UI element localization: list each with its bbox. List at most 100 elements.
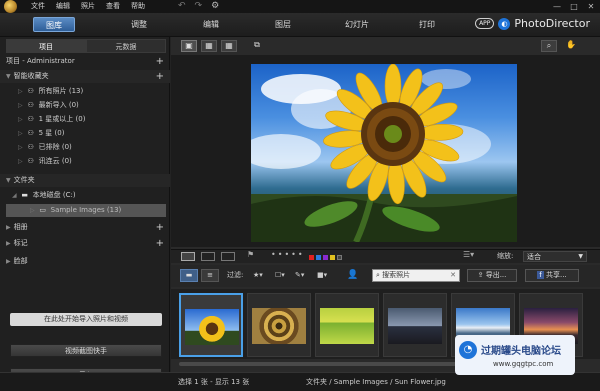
brand-name: PhotoDirector — [514, 17, 590, 30]
minimize-button[interactable]: — — [550, 1, 564, 11]
share-button[interactable]: f 共享... — [525, 269, 579, 282]
folders-label: 文件夹 — [13, 176, 35, 184]
purple-label-swatch[interactable] — [323, 255, 328, 260]
grid-thumb-view-icon[interactable] — [221, 252, 235, 261]
drive-icon: ▬ — [21, 191, 28, 199]
albums-header[interactable]: ▶ 相册 + — [0, 221, 170, 234]
expand-arrow-icon: ▶ — [6, 258, 11, 265]
list-view-icon[interactable]: ≡ — [201, 269, 219, 282]
brand: APP ◐ PhotoDirector — [475, 17, 590, 30]
thumbnail-3[interactable] — [315, 293, 379, 357]
expand-triangle-icon: ▷ — [18, 116, 23, 123]
red-label-swatch[interactable] — [309, 255, 314, 260]
flag-icon[interactable]: ⚑ — [247, 250, 254, 259]
smart-collections-header[interactable]: ▼ 智能收藏夹 + — [0, 70, 170, 83]
menu-photo[interactable]: 照片 — [81, 0, 95, 13]
app-logo-icon[interactable] — [4, 0, 17, 13]
tab-slideshow[interactable]: 幻灯片 — [336, 17, 378, 32]
smart-item-5star[interactable]: ▷ ⚇ 5 星 (0) — [18, 127, 64, 140]
add-smart-collection-icon[interactable]: + — [156, 70, 164, 83]
export-icon: ⇪ — [477, 271, 484, 279]
compare-view-icon[interactable]: ⧉ — [249, 40, 265, 52]
people-icon[interactable]: 👤 — [347, 269, 358, 282]
maximize-button[interactable]: □ — [567, 1, 581, 11]
tags-header[interactable]: ▶ 标记 + — [0, 237, 170, 250]
zoom-select[interactable]: 适合 ▼ — [523, 251, 587, 262]
none-label-swatch[interactable] — [337, 255, 342, 260]
thumbnail-size-large-icon[interactable]: ▬ — [180, 269, 198, 282]
color-label-swatches[interactable] — [309, 253, 344, 262]
scrollbar-thumb[interactable] — [179, 362, 479, 366]
tab-metadata[interactable]: 元数据 — [86, 39, 166, 53]
add-project-icon[interactable]: + — [156, 55, 164, 68]
redo-icon[interactable]: ↷ — [195, 1, 203, 12]
menu-file[interactable]: 文件 — [31, 0, 45, 13]
tab-project[interactable]: 项目 — [6, 39, 86, 53]
menu-view[interactable]: 查看 — [106, 0, 120, 13]
hand-tool-icon[interactable]: ✋ — [563, 40, 579, 52]
zoom-value: 适合 — [527, 253, 541, 261]
filter-rating-dropdown[interactable]: ★▾ — [253, 269, 263, 282]
sunflower-photo — [251, 64, 517, 242]
filmstrip-view-icon[interactable] — [181, 252, 195, 261]
chevron-down-icon: ▼ — [578, 253, 583, 260]
thumbnail-2[interactable] — [247, 293, 311, 357]
faces-header[interactable]: ▶ 脸部 — [0, 255, 170, 268]
viewer-mode-icon[interactable]: ▣ — [181, 40, 197, 52]
filter-color-dropdown[interactable]: ■▾ — [317, 269, 327, 282]
tab-edit[interactable]: 编辑 — [190, 17, 232, 32]
close-button[interactable]: ✕ — [584, 1, 598, 11]
smart-collection-icon: ⚇ — [27, 87, 34, 95]
watermark-logo-icon: ◔ — [459, 341, 477, 359]
smart-item-recent-import[interactable]: ▷ ⚇ 最新导入 (0) — [18, 99, 79, 112]
add-tag-icon[interactable]: + — [156, 237, 164, 250]
undo-icon[interactable]: ↶ — [178, 1, 186, 12]
filter-flag-dropdown[interactable]: ☐▾ — [275, 269, 285, 282]
thumbnail-1[interactable] — [179, 293, 243, 357]
drive-item[interactable]: ◢ ▬ 本地磁盘 (C:) — [12, 189, 76, 202]
app-badge[interactable]: APP — [475, 18, 495, 29]
tab-print[interactable]: 打印 — [406, 17, 448, 32]
smart-item-excluded[interactable]: ▷ ⚇ 已排除 (0) — [18, 141, 72, 154]
watermark-url: www.gqgtpc.com — [493, 360, 554, 368]
smart-item-label: 最新导入 (0) — [38, 101, 79, 109]
tab-adjust[interactable]: 调整 — [118, 17, 160, 32]
add-album-icon[interactable]: + — [156, 221, 164, 234]
tab-layers[interactable]: 图层 — [262, 17, 304, 32]
thumbnail-4[interactable] — [383, 293, 447, 357]
expand-triangle-icon: ▷ — [18, 88, 23, 95]
blue-label-swatch[interactable] — [316, 255, 321, 260]
settings-gear-icon[interactable]: ⚙ — [211, 1, 219, 12]
brand-logo-icon: ◐ — [498, 17, 511, 30]
expand-triangle-icon: ▷ — [18, 130, 23, 137]
photo-preview — [171, 55, 600, 247]
smart-item-label: 所有照片 (13) — [38, 87, 84, 95]
single-view-icon[interactable]: ▦ — [201, 40, 217, 52]
tab-library[interactable]: 图库 — [33, 17, 75, 32]
collapse-arrow-icon: ▼ — [6, 177, 11, 184]
folder-sample-images[interactable]: ▷ ▭ Sample Images (13) — [30, 204, 121, 217]
export-button[interactable]: ⇪ 导出... — [467, 269, 517, 282]
filter-label-dropdown[interactable]: ✎▾ — [295, 269, 304, 282]
grid-view-icon[interactable]: ▦ — [221, 40, 237, 52]
search-icon: ⌕ — [376, 271, 380, 279]
video-snapshot-button[interactable]: 视频截图快手 — [10, 344, 162, 357]
menu-edit[interactable]: 编辑 — [56, 0, 70, 13]
zoom-search-icon[interactable]: ⌕ — [541, 40, 557, 52]
smart-item-cloud[interactable]: ▷ ⚇ 讯连云 (0) — [18, 155, 72, 168]
yellow-label-swatch[interactable] — [330, 255, 335, 260]
sort-icon[interactable]: ☰▾ — [463, 250, 474, 259]
clear-search-icon[interactable]: ✕ — [450, 270, 456, 281]
split-view-icon[interactable] — [201, 252, 215, 261]
smart-collections-label: 智能收藏夹 — [13, 72, 49, 80]
search-placeholder: 搜索照片 — [382, 271, 411, 279]
smart-collection-icon: ⚇ — [27, 115, 34, 123]
smart-item-1star[interactable]: ▷ ⚇ 1 星或以上 (0) — [18, 113, 85, 126]
folders-header[interactable]: ▼ 文件夹 — [0, 174, 170, 187]
star-rating-dots[interactable]: ••••• — [271, 250, 305, 259]
collapse-triangle-icon: ◢ — [12, 192, 17, 199]
smart-item-all-photos[interactable]: ▷ ⚇ 所有照片 (13) — [18, 85, 83, 98]
menu-help[interactable]: 帮助 — [131, 0, 145, 13]
search-input[interactable]: ⌕ 搜索照片 ✕ — [372, 269, 460, 282]
module-bar: 图库 调整 编辑 图层 幻灯片 打印 APP ◐ PhotoDirector — [0, 13, 600, 37]
